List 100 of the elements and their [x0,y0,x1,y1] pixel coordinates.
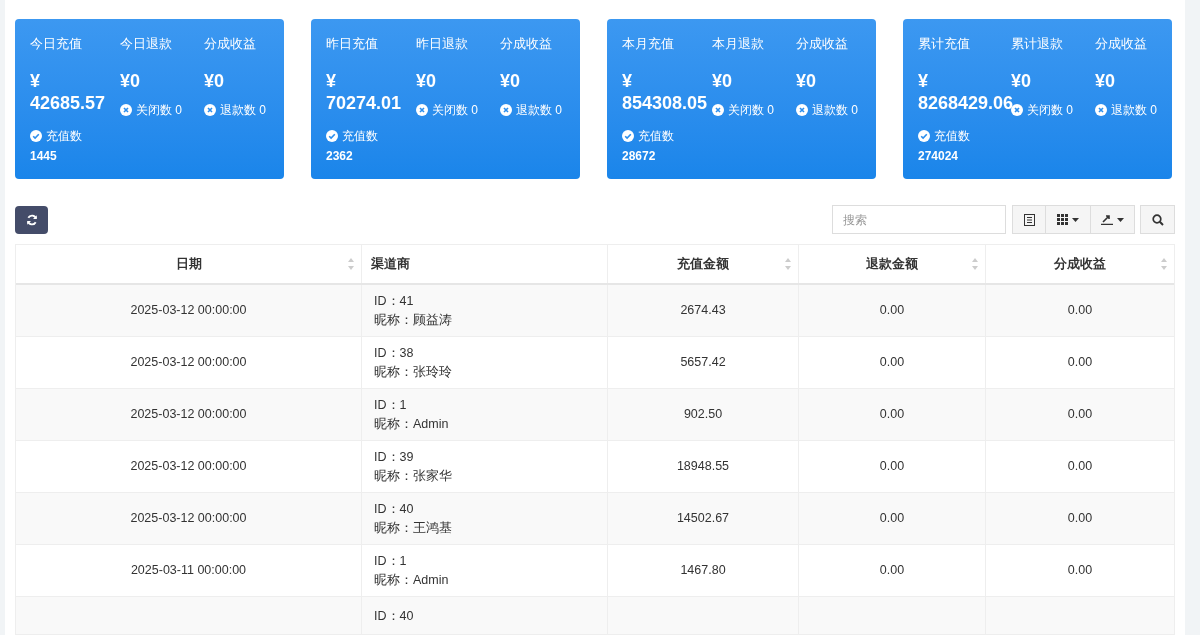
column-header[interactable]: 充值金额 [608,245,799,283]
close-circle-icon [712,104,724,116]
stat-caption: 退款数 0 [1111,102,1157,118]
check-circle-icon [326,130,338,142]
stat-value: ¥0 [120,70,141,92]
stat-value: ¥0 [796,70,817,92]
check-circle-icon [30,130,42,142]
stat-label: 今日退款 [120,36,172,53]
stat-caption: 充值数 [638,128,674,144]
refresh-icon [25,213,38,226]
stat-caption: 关闭数 0 [728,102,774,118]
channel-id: ID：39 [374,448,415,466]
table-cell-text: 0.00 [1067,302,1093,320]
channel-nickname: 昵称：王鸿基 [374,519,453,537]
stat-label: 分成收益 [204,36,256,53]
stat-caption: 退款数 0 [516,102,562,118]
channel-id: ID：40 [374,608,415,625]
stat-label: 昨日退款 [416,36,468,53]
stat-label: 今日充值 [30,36,82,53]
table-cell-text: 2025-03-12 00:00:00 [130,354,247,372]
table-cell-text: 2025-03-12 00:00:00 [130,458,247,476]
stat-count: 28672 [622,148,656,164]
stat-caption: 关闭数 0 [1027,102,1073,118]
stat-label: 分成收益 [796,36,848,53]
channel-nickname: 昵称：张玲玲 [374,363,453,381]
search-field[interactable]: 搜索 [832,205,1006,234]
stat-value: ¥ 854308.05 [622,70,708,114]
channel-id: ID：38 [374,344,415,362]
table-cell-text: 0.00 [1067,562,1093,580]
caret-icon [1117,217,1124,222]
channel-id: ID：41 [374,292,415,310]
table-cell-text: 902.50 [683,406,723,424]
stat-caption: 退款数 0 [812,102,858,118]
table-cell-text: 18948.55 [676,458,730,476]
stat-caption: 充值数 [46,128,82,144]
column-header[interactable]: 日期 [16,245,362,283]
table-cell-text: 2025-03-12 00:00:00 [130,510,247,528]
refresh-button[interactable] [15,205,48,234]
table-cell-text: 0.00 [1067,354,1093,372]
table-cell-text: 0.00 [879,510,905,528]
column-header: 渠道商 [362,245,608,283]
stat-caption: 关闭数 0 [136,102,182,118]
close-circle-icon [416,104,428,116]
stat-caption: 退款数 0 [220,102,266,118]
stat-value: ¥0 [1095,70,1115,92]
close-circle-icon [204,104,216,116]
caret-icon [1072,217,1079,222]
table-cell-text: 2025-03-12 00:00:00 [130,406,247,424]
channel-id: ID：1 [374,396,408,414]
search-icon [1151,213,1164,226]
stat-label: 分成收益 [500,36,552,53]
table-cell-text: 2674.43 [680,302,726,320]
toggle-view-button[interactable] [1012,205,1046,234]
channel-nickname: 昵称：张家华 [374,467,453,485]
stat-value: ¥0 [416,70,437,92]
table-cell-text: 2025-03-12 00:00:00 [130,302,247,320]
close-circle-icon [120,104,132,116]
stat-label: 累计充值 [918,36,970,53]
stat-count: 274024 [918,148,959,164]
table-cell-text: 0.00 [879,562,905,580]
stat-label: 本月退款 [712,36,764,53]
table-cell-text: 0.00 [1067,406,1093,424]
table-cell-text: 0.00 [879,458,905,476]
stat-label: 累计退款 [1011,36,1063,53]
column-header[interactable]: 退款金额 [799,245,986,283]
stat-label: 昨日充值 [326,36,378,53]
table-cell-text: 0.00 [879,302,905,320]
close-circle-icon [1095,104,1107,116]
stat-caption: 充值数 [342,128,378,144]
channel-nickname: 昵称：顾益涛 [374,311,453,329]
stat-label: 本月充值 [622,36,674,53]
grid-icon [1057,214,1068,225]
stat-value: ¥0 [500,70,521,92]
table-cell-text: 2025-03-11 00:00:00 [130,562,247,580]
stat-value: ¥ 42685.57 [30,70,106,114]
check-circle-icon [622,130,634,142]
close-circle-icon [1011,104,1023,116]
check-circle-icon [918,130,930,142]
stat-count: 1445 [30,148,57,164]
export-icon [1101,214,1113,225]
channel-id: ID：40 [374,500,415,518]
channel-nickname: 昵称：Admin [374,571,450,589]
table-cell-text: 0.00 [879,354,905,372]
close-circle-icon [500,104,512,116]
stat-value: ¥0 [712,70,733,92]
list-icon [1023,213,1035,226]
stat-value: ¥ 70274.01 [326,70,402,114]
table-cell-text: 1467.80 [680,562,726,580]
export-button[interactable] [1090,205,1135,234]
search-button[interactable] [1140,205,1175,234]
stat-value: ¥0 [204,70,225,92]
table-cell-text: 0.00 [879,406,905,424]
table-cell-text: 0.00 [1067,510,1093,528]
table-cell-text: 14502.67 [676,510,730,528]
stat-caption: 充值数 [934,128,970,144]
channel-nickname: 昵称：Admin [374,415,450,433]
columns-button[interactable] [1046,205,1090,234]
column-header[interactable]: 分成收益 [986,245,1174,283]
close-circle-icon [796,104,808,116]
channel-id: ID：1 [374,552,408,570]
